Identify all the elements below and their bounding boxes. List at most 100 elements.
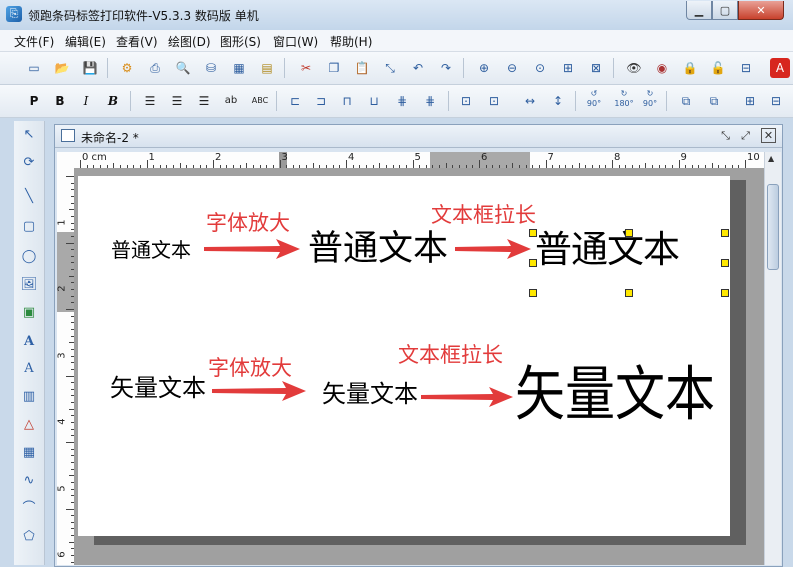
resize-handle[interactable] [721,259,729,267]
hide-eye-icon[interactable]: ◉ [652,58,672,78]
group-icon[interactable]: ⧉ [676,91,696,111]
cut-icon[interactable]: ✂ [296,58,316,78]
page-center-v-icon[interactable]: ⊡ [484,91,504,111]
abc-button[interactable]: ABC [248,91,272,111]
copy-icon[interactable]: ❐ [324,58,344,78]
print-icon[interactable]: ⎙ [145,58,165,78]
select-pointer-icon[interactable]: ↖ [19,125,39,145]
scroll-up-icon[interactable]: ▲ [768,154,774,163]
vertical-ruler: 1 2 3 4 5 6 [57,168,75,565]
rotate-90-ccw-button[interactable]: ↺ 90° [584,89,604,109]
doc-restore-icon[interactable]: ⤡ [718,128,733,143]
text-tool-icon[interactable]: A [19,332,39,352]
undo-icon[interactable]: ↶ [408,58,428,78]
send-back-icon[interactable]: ⊟ [766,91,786,111]
equal-height-icon[interactable]: ↕ [548,91,568,111]
close-button[interactable]: ✕ [738,1,784,20]
zoom-in-icon[interactable]: ⊕ [474,58,494,78]
menu-shape[interactable]: 图形(S) [220,33,261,50]
ellipse-tool-icon[interactable]: ◯ [19,247,39,267]
preview-eye-icon[interactable]: 👁 [624,58,644,78]
lock-icon[interactable]: 🔒 [680,58,700,78]
minimize-button[interactable]: ▁ [686,1,712,20]
rotate-180-button[interactable]: ↻ 180° [612,89,636,109]
rotate-90-cw-button[interactable]: ↻ 90° [640,89,660,109]
scrollbar-thumb[interactable] [767,184,779,270]
center-vertical-icon[interactable]: ⋕ [420,91,440,111]
polygon-tool-icon[interactable]: ⬠ [19,527,39,547]
calculator-icon[interactable]: ▤ [257,58,277,78]
menu-help[interactable]: 帮助(H) [330,33,372,50]
unlock-icon[interactable]: 🔓 [708,58,728,78]
align-bottom-edges-icon[interactable]: ⊔ [364,91,384,111]
resize-handle[interactable] [625,229,633,237]
zoom-out-icon[interactable]: ⊖ [502,58,522,78]
zoom-icon[interactable]: ⊙ [530,58,550,78]
resize-handle[interactable] [721,289,729,297]
curve-tool-icon[interactable]: ∿ [19,471,39,491]
vector-text-small[interactable]: 矢量文本 [110,376,206,400]
resize-handle[interactable] [529,259,537,267]
resize-handle[interactable] [529,229,537,237]
align-right-edges-icon[interactable]: ⊐ [311,91,331,111]
vector-text-tool-icon[interactable]: A [19,359,39,379]
justify-icon[interactable]: ☰ [194,91,214,111]
fit-page-icon[interactable]: ⊞ [558,58,578,78]
align-left-icon[interactable]: ☰ [140,91,160,111]
transform-icon[interactable]: ⤡ [380,58,400,78]
menu-edit[interactable]: 编辑(E) [65,33,106,50]
resize-handle[interactable] [721,229,729,237]
text-object-stretched[interactable]: 普通文本 [535,231,680,268]
vector-text-medium[interactable]: 矢量文本 [322,382,418,406]
red-arrow-icon [455,239,531,259]
align-top-edges-icon[interactable]: ⊓ [337,91,357,111]
bold-button[interactable]: B [50,91,70,111]
bold-italic-button[interactable]: B [103,91,123,111]
shape-tool-icon[interactable]: △ [19,415,39,435]
equal-width-icon[interactable]: ↔ [520,91,540,111]
grid-icon[interactable]: ▦ [229,58,249,78]
doc-maximize-icon[interactable]: ⤢ [738,128,753,143]
menu-window[interactable]: 窗口(W) [273,33,318,50]
rectangle-tool-icon[interactable]: ▢ [19,217,39,237]
maximize-button[interactable]: ▢ [712,1,738,20]
italic-button[interactable]: I [76,91,96,111]
qrcode-tool-icon[interactable]: ▦ [19,443,39,463]
menu-view[interactable]: 查看(V) [116,33,158,50]
rotate-arrow-icon: ↻ [646,89,654,98]
resize-handle[interactable] [529,289,537,297]
align-icon[interactable]: ⊟ [736,58,756,78]
open-folder-icon[interactable]: 📂 [52,58,72,78]
rotate-tool-icon[interactable]: ⟳ [19,153,39,173]
format-toolbar: P B I B ☰ ☰ ☰ ab ABC ⊏ ⊐ ⊓ ⊔ ⋕ ⋕ ⊡ ⊡ ↔ ↕… [0,85,793,118]
picture-tool-icon[interactable]: ▣ [19,303,39,323]
doc-close-icon[interactable]: ✕ [761,128,776,143]
fit-selection-icon[interactable]: ⊠ [586,58,606,78]
text-object-small[interactable]: 普通文本 [111,240,191,260]
new-icon[interactable]: ▭ [24,58,44,78]
letter-spacing-icon[interactable]: ab [221,91,241,111]
paste-icon[interactable]: 📋 [352,58,372,78]
align-left-edges-icon[interactable]: ⊏ [285,91,305,111]
menu-file[interactable]: 文件(F) [14,33,54,50]
center-horizontal-icon[interactable]: ⋕ [392,91,412,111]
barcode-tool-icon[interactable]: ▥ [19,387,39,407]
resize-handle[interactable] [625,289,633,297]
align-center-icon[interactable]: ☰ [167,91,187,111]
text-object-medium[interactable]: 普通文本 [308,232,448,267]
arc-tool-icon[interactable]: ⌒ [19,499,39,519]
print-preview-icon[interactable]: 🔍 [173,58,193,78]
pdf-icon[interactable]: A [770,58,790,78]
plain-text-button[interactable]: P [24,91,44,111]
redo-icon[interactable]: ↷ [436,58,456,78]
image-tool-icon[interactable]: 🖼 [19,275,39,295]
line-tool-icon[interactable]: ╲ [19,187,39,207]
ungroup-icon[interactable]: ⧉ [704,91,724,111]
settings-gear-icon[interactable]: ⚙ [117,58,137,78]
vector-text-large[interactable]: 矢量文本 [515,365,715,424]
save-icon[interactable]: 💾 [80,58,100,78]
database-icon[interactable]: ⛁ [201,58,221,78]
page-center-h-icon[interactable]: ⊡ [456,91,476,111]
menu-draw[interactable]: 绘图(D) [168,33,211,50]
bring-front-icon[interactable]: ⊞ [740,91,760,111]
